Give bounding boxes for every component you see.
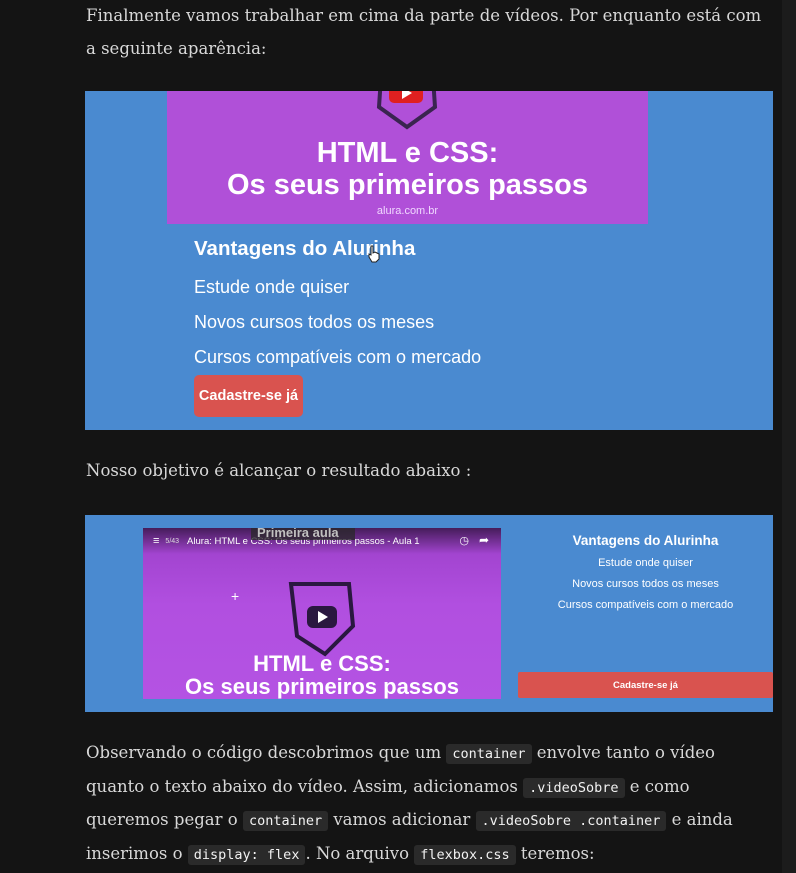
video-title-line2: Os seus primeiros passos bbox=[185, 674, 459, 699]
code-snippet: .videoSobre .container bbox=[475, 811, 667, 831]
text: Observando o código descobrimos que um bbox=[86, 743, 442, 762]
playlist-count: 5/43 bbox=[165, 537, 180, 545]
share-icon: ➦ bbox=[478, 533, 489, 547]
thumbnail-title-line1: HTML e CSS: bbox=[316, 137, 499, 169]
target-result-image: ≡ 5/43 Alura: HTML e CSS: Os seus primei… bbox=[85, 515, 773, 712]
current-appearance-image: HTML e CSS: Os seus primeiros passos alu… bbox=[85, 91, 773, 430]
advantages-panel: Vantagens do Alurinha Estude onde quiser… bbox=[518, 533, 773, 611]
code-snippet: flexbox.css bbox=[414, 844, 516, 865]
advantage-item: Cursos compatíveis com o mercado bbox=[194, 347, 482, 367]
alura-logo-play-icon bbox=[288, 582, 356, 657]
alura-youtube-logo-icon bbox=[376, 91, 438, 130]
advantages-heading: Vantagens do Alurinha bbox=[194, 237, 416, 260]
code-snippet: display: flex bbox=[187, 844, 306, 865]
advantage-item: Estude onde quiser bbox=[194, 277, 350, 297]
watch-later-icon: ◷ bbox=[459, 535, 469, 547]
text: teremos: bbox=[520, 843, 595, 863]
signup-button: Cadastre-se já bbox=[518, 672, 773, 698]
youtube-player: ≡ 5/43 Alura: HTML e CSS: Os seus primei… bbox=[143, 528, 501, 699]
playlist-icon: ≡ bbox=[153, 535, 160, 547]
code-snippet: .videoSobre bbox=[523, 777, 625, 798]
scrollbar[interactable] bbox=[782, 0, 796, 873]
thumbnail-site: alura.com.br bbox=[376, 205, 439, 217]
code-snippet: container bbox=[242, 811, 329, 831]
text: vamos adicionar bbox=[333, 810, 471, 829]
caption-overlay-text: Primeira aula bbox=[257, 528, 339, 540]
goal-paragraph: Nosso objetivo é alcançar o resultado ab… bbox=[86, 461, 472, 480]
advantage-item: Novos cursos todos os meses bbox=[572, 578, 719, 590]
explanation-paragraph: Observando o código descobrimos que um c… bbox=[86, 737, 776, 871]
text: . No arquivo bbox=[305, 843, 410, 863]
signup-button: Cadastre-se já bbox=[194, 375, 303, 417]
video-thumbnail: HTML e CSS: Os seus primeiros passos alu… bbox=[167, 91, 648, 224]
intro-paragraph: Finalmente vamos trabalhar em cima da pa… bbox=[86, 6, 762, 58]
advantage-item: Estude onde quiser bbox=[598, 557, 693, 569]
advantage-item: Novos cursos todos os meses bbox=[194, 312, 435, 332]
code-snippet: container bbox=[446, 744, 532, 764]
advantage-item: Cursos compatíveis com o mercado bbox=[557, 599, 734, 611]
hand-cursor-icon bbox=[368, 245, 380, 263]
thumbnail-title-line2: Os seus primeiros passos bbox=[226, 169, 589, 201]
crosshair-cursor-icon: + bbox=[231, 588, 240, 604]
advantages-heading: Vantagens do Alurinha bbox=[572, 533, 719, 548]
